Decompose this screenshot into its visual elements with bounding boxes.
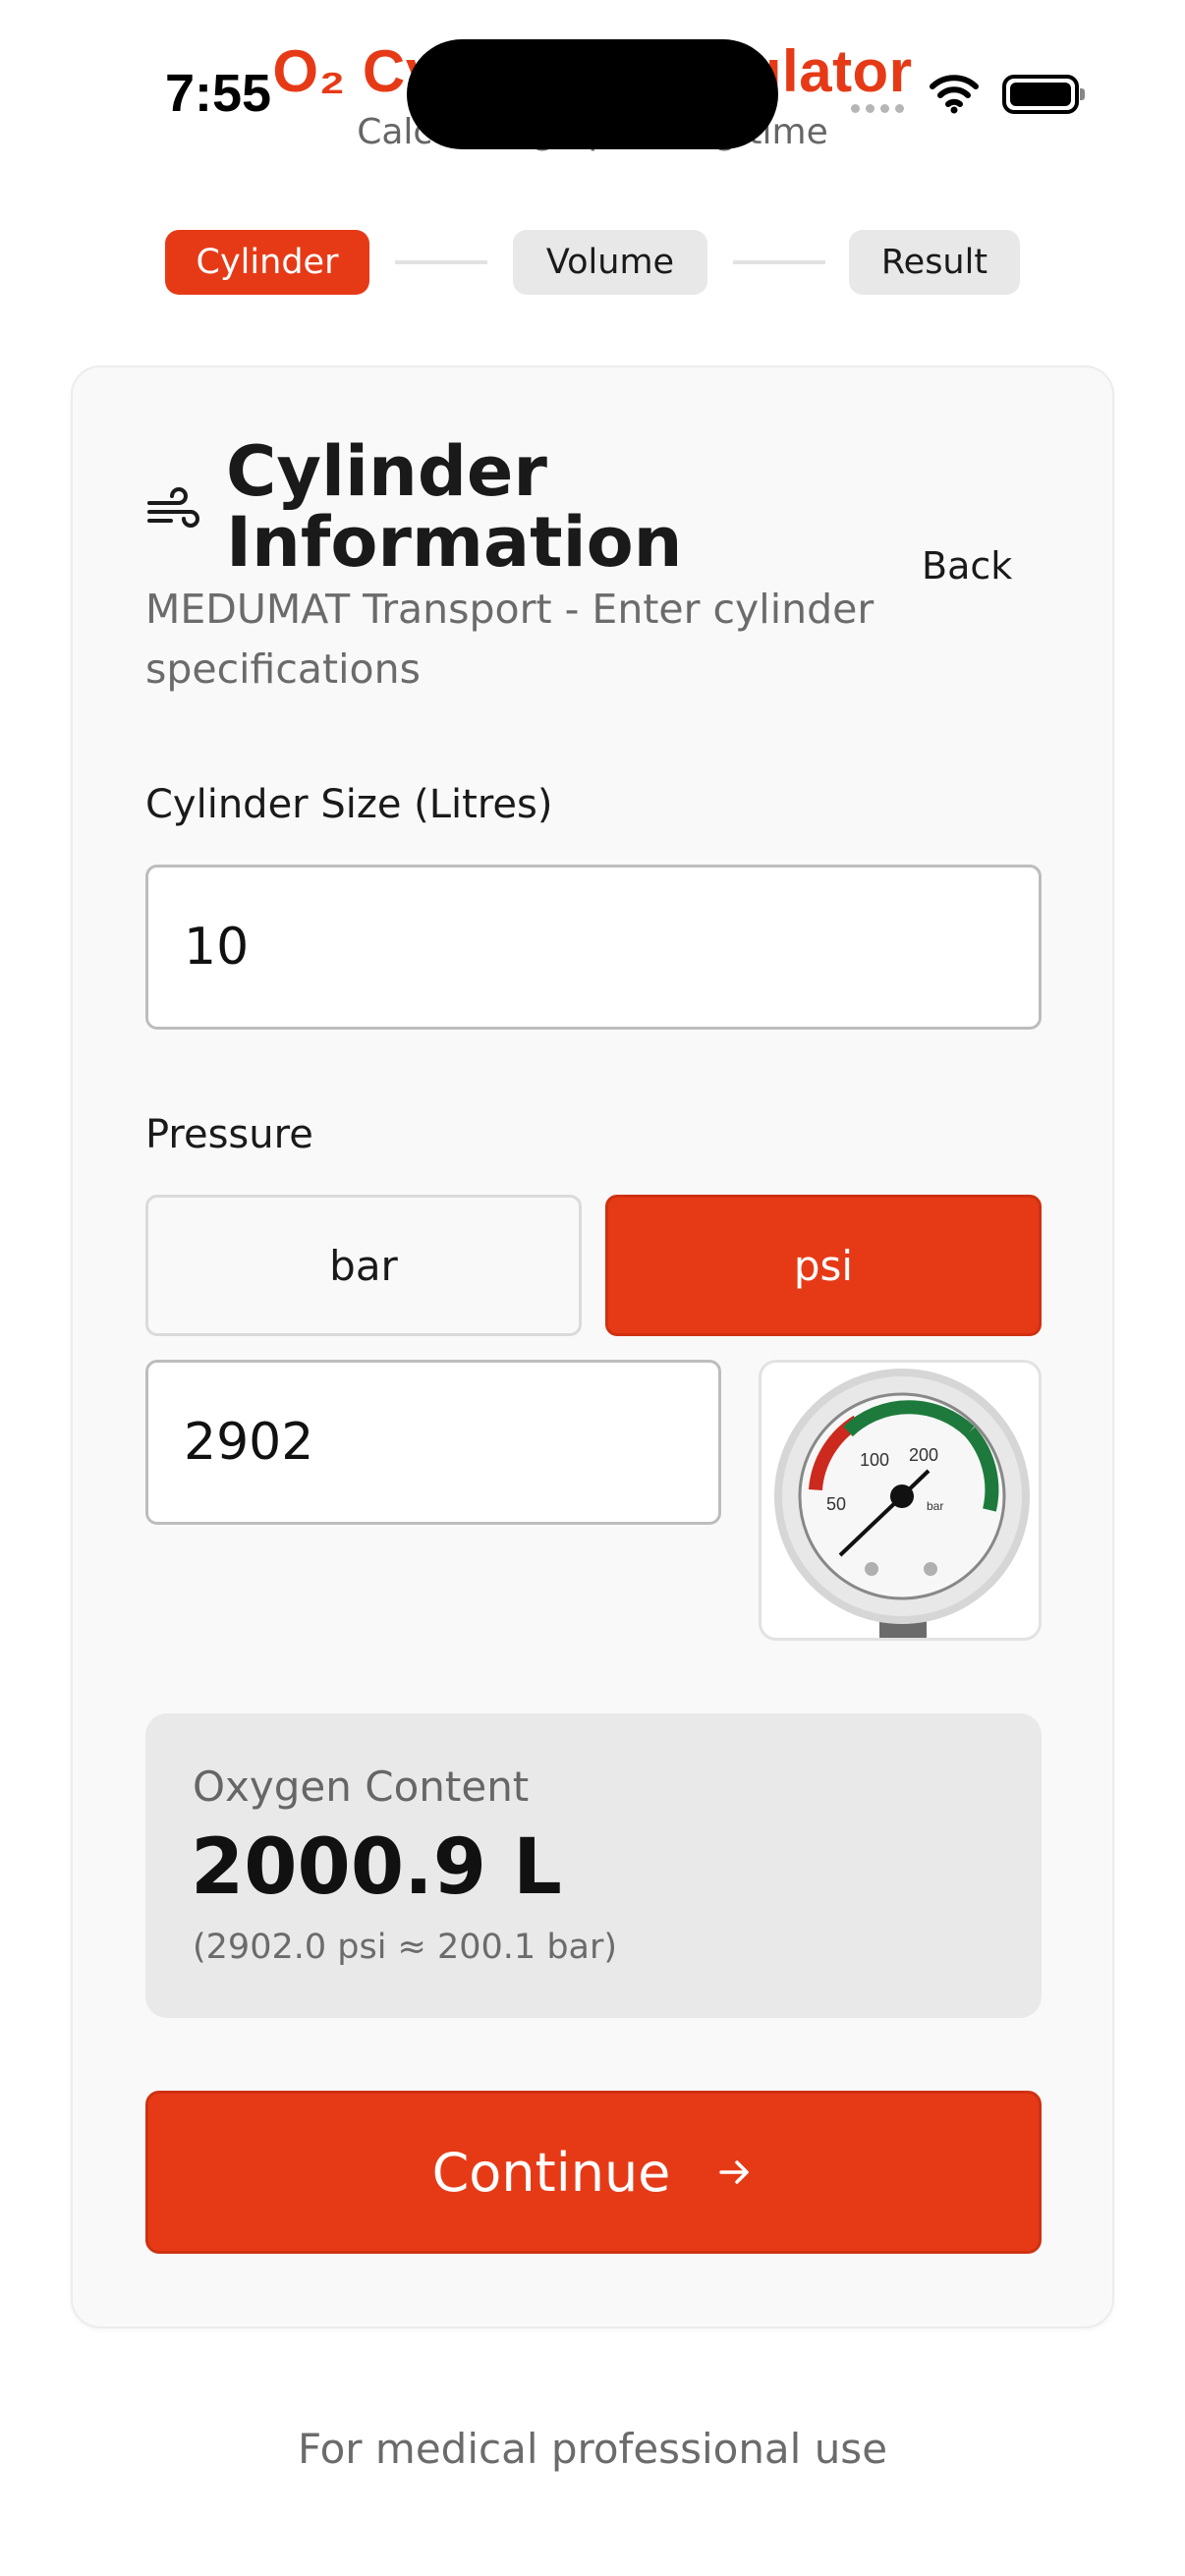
oxygen-content-label: Oxygen Content (193, 1763, 530, 1811)
wind-icon (147, 487, 199, 528)
svg-text:50: 50 (826, 1494, 846, 1514)
battery-icon (1002, 75, 1085, 114)
unit-bar-button[interactable]: bar (145, 1195, 582, 1336)
signal-dots-icon (851, 104, 906, 114)
continue-button[interactable]: Continue (145, 2091, 1042, 2254)
oxygen-content-value: 2000.9 L (191, 1823, 562, 1912)
pressure-input[interactable]: 2902 (145, 1360, 721, 1525)
wifi-icon (930, 75, 979, 114)
continue-label: Continue (431, 2141, 671, 2204)
unit-bar-label: bar (329, 1241, 398, 1290)
status-time: 7:55 (165, 64, 272, 123)
app-screen: O₂ Cylinder Calculator Calculating opera… (0, 0, 1185, 2576)
step-connector (733, 260, 825, 264)
step-cylinder[interactable]: Cylinder (165, 230, 369, 295)
step-label: Cylinder (196, 243, 339, 282)
step-result[interactable]: Result (849, 230, 1020, 295)
step-label: Result (880, 243, 988, 282)
cylinder-size-value: 10 (184, 918, 250, 977)
gauge-graphic: 100 50 200 bar (774, 1369, 1030, 1638)
pressure-value: 2902 (184, 1413, 314, 1472)
cylinder-size-label: Cylinder Size (Litres) (145, 782, 553, 827)
dynamic-island (407, 39, 778, 149)
footer-text: For medical professional use (297, 2425, 888, 2473)
svg-text:100: 100 (860, 1450, 889, 1470)
pressure-gauge-image: 100 50 200 bar (759, 1360, 1042, 1641)
card-title: Cylinder Information (226, 431, 683, 583)
pressure-conversion-note: (2902.0 psi ≈ 200.1 bar) (193, 1928, 618, 1967)
pressure-label: Pressure (145, 1112, 313, 1157)
step-volume[interactable]: Volume (513, 230, 707, 295)
svg-text:200: 200 (909, 1445, 938, 1465)
cylinder-size-input[interactable]: 10 (145, 865, 1042, 1030)
step-connector (395, 260, 487, 264)
svg-text:bar: bar (927, 1499, 943, 1513)
step-label: Volume (545, 243, 675, 282)
unit-psi-button[interactable]: psi (605, 1195, 1042, 1336)
unit-psi-label: psi (793, 1241, 854, 1290)
card-description: MEDUMAT Transport - Enter cylinder speci… (145, 586, 875, 693)
arrow-right-icon (719, 2160, 750, 2184)
